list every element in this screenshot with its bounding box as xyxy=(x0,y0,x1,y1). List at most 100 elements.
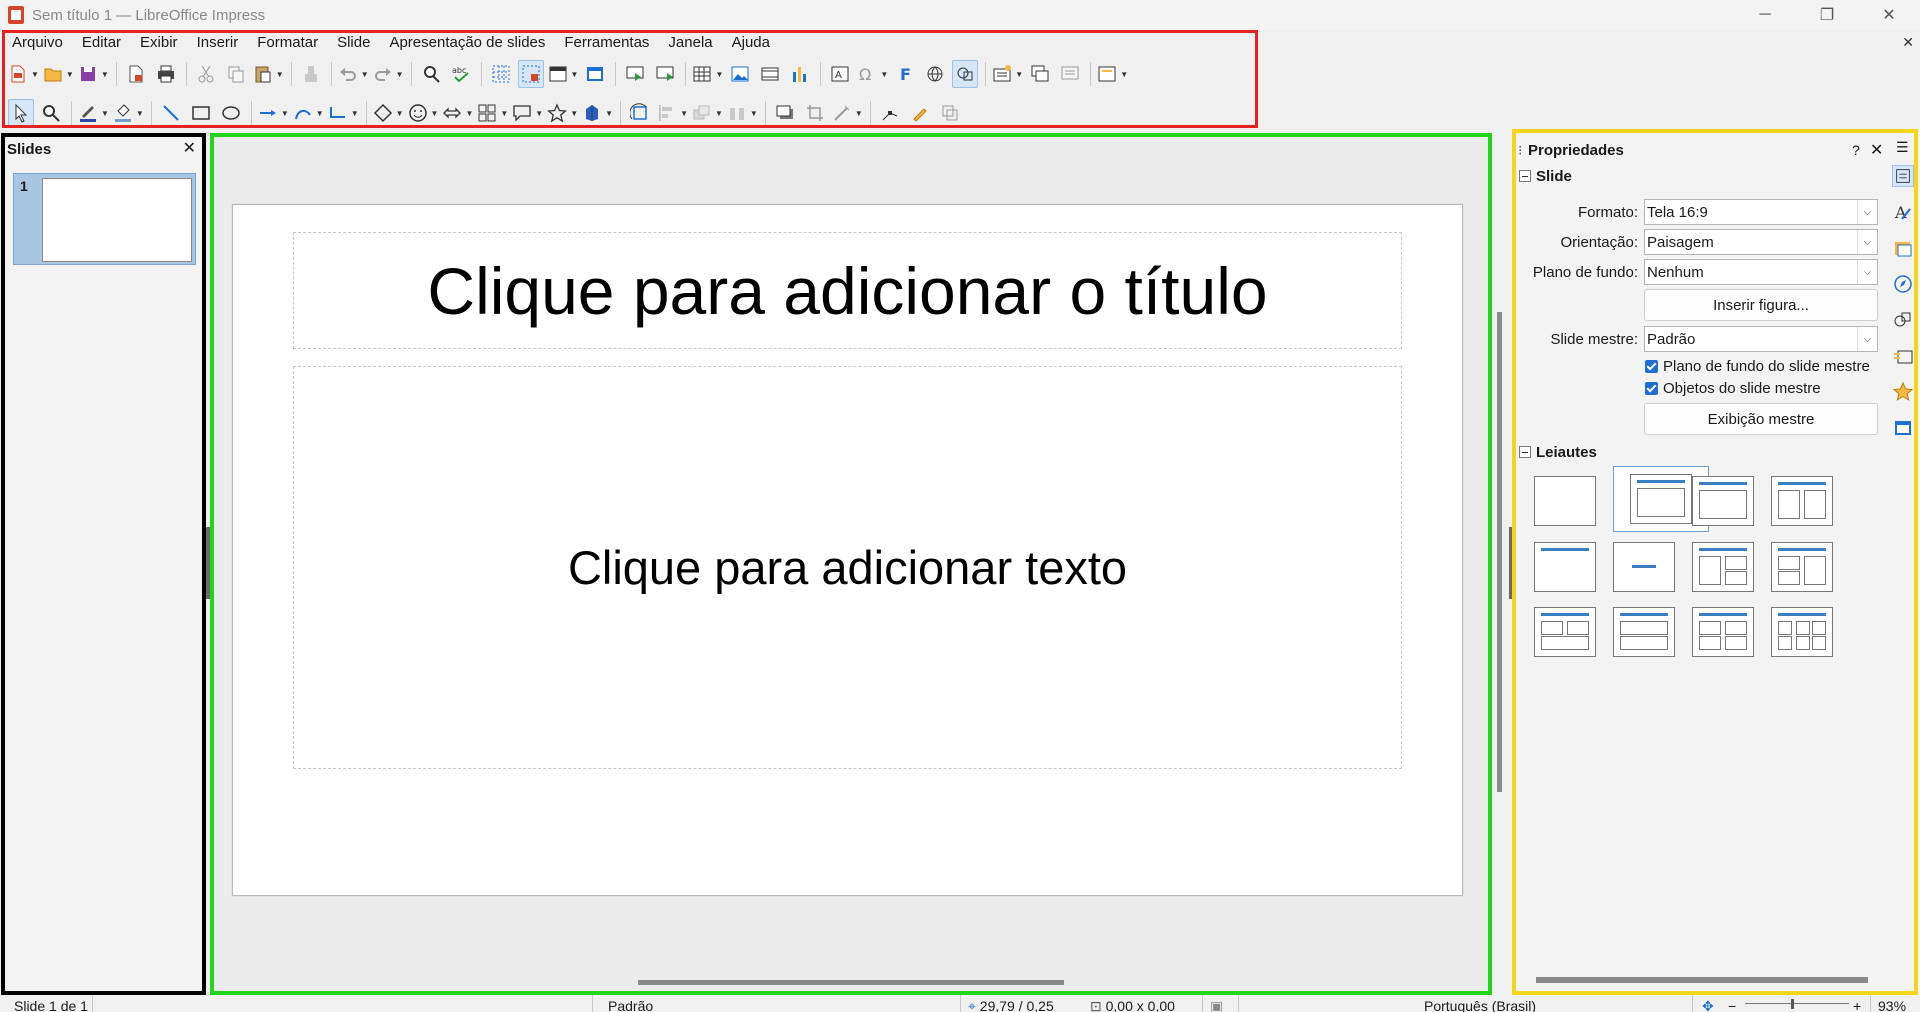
menu-formatar[interactable]: Formatar xyxy=(257,34,318,51)
layout-title-content-2-content[interactable] xyxy=(1771,542,1833,592)
symbol-shapes-button[interactable]: ▼ xyxy=(408,99,438,127)
zoom-in-button[interactable]: + xyxy=(1853,998,1861,1012)
styles-tab-icon[interactable]: A xyxy=(1892,201,1914,223)
callouts-button[interactable]: ▼ xyxy=(512,99,543,127)
layout-title-2-content-over[interactable] xyxy=(1534,607,1596,657)
paste-button[interactable]: ▼ xyxy=(253,60,284,88)
master-view-button[interactable]: Exibição mestre xyxy=(1644,403,1878,435)
insert-textbox-button[interactable]: A xyxy=(827,60,853,88)
zoom-pan-button[interactable] xyxy=(38,99,64,127)
basic-shapes-button[interactable]: ▼ xyxy=(373,99,404,127)
duplicate-slide-button[interactable] xyxy=(1027,60,1053,88)
3d-objects-button[interactable]: ▼ xyxy=(582,99,613,127)
title-placeholder[interactable]: Clique para adicionar o título xyxy=(293,232,1402,349)
menu-janela[interactable]: Janela xyxy=(668,34,712,51)
menu-arquivo[interactable]: Arquivo xyxy=(12,34,63,51)
flowchart-button[interactable]: ▼ xyxy=(477,99,508,127)
arrange-button[interactable]: ▼ xyxy=(692,99,723,127)
master-objects-checkbox[interactable]: Objetos do slide mestre xyxy=(1645,378,1821,398)
filter-button[interactable]: ▼ xyxy=(832,99,863,127)
arrow-line-button[interactable]: ▼ xyxy=(258,99,289,127)
menu-exibir[interactable]: Exibir xyxy=(140,34,178,51)
helplines-button[interactable] xyxy=(517,60,544,88)
sidebar-splitter[interactable] xyxy=(1509,527,1513,599)
content-placeholder[interactable]: Clique para adicionar texto xyxy=(293,366,1402,769)
layout-title-6-content[interactable] xyxy=(1771,607,1833,657)
block-arrows-button[interactable]: ▼ xyxy=(442,99,473,127)
layout-title-content-2[interactable] xyxy=(1692,476,1754,526)
clone-formatting-button[interactable] xyxy=(298,60,324,88)
editor-vertical-scrollbar[interactable] xyxy=(1497,312,1502,792)
layout-title-2-content[interactable] xyxy=(1771,476,1833,526)
menu-editar[interactable]: Editar xyxy=(82,34,121,51)
zoom-level[interactable]: 93% xyxy=(1878,998,1906,1012)
slides-pane-close-icon[interactable]: ✕ xyxy=(183,138,196,158)
slide-section-header[interactable]: Slide xyxy=(1519,166,1572,186)
hyperlink-button[interactable] xyxy=(922,60,948,88)
ellipse-button[interactable] xyxy=(218,99,244,127)
master-background-checkbox[interactable]: Plano de fundo do slide mestre xyxy=(1645,356,1870,376)
master-slide-button[interactable] xyxy=(582,60,608,88)
display-grid-button[interactable] xyxy=(488,60,514,88)
insert-chart-button[interactable] xyxy=(787,60,813,88)
find-replace-button[interactable] xyxy=(418,60,444,88)
help-icon[interactable]: ? xyxy=(1852,142,1860,158)
master-slides-tab-icon[interactable] xyxy=(1892,417,1914,439)
export-pdf-button[interactable] xyxy=(123,60,149,88)
slide-canvas[interactable]: Clique para adicionar o título Clique pa… xyxy=(232,204,1463,896)
new-slide-button[interactable]: ▼ xyxy=(992,60,1023,88)
curve-button[interactable]: ▼ xyxy=(293,99,324,127)
cut-button[interactable] xyxy=(193,60,219,88)
fontwork-button[interactable]: F xyxy=(892,60,918,88)
menu-slide[interactable]: Slide xyxy=(337,34,370,51)
layout-blank[interactable] xyxy=(1534,476,1596,526)
master-slide-select[interactable]: Padrão ⌵ xyxy=(1644,326,1878,352)
close-document-icon[interactable]: ✕ xyxy=(1902,34,1914,51)
insert-media-button[interactable] xyxy=(757,60,783,88)
special-character-button[interactable]: Ω ▼ xyxy=(857,60,888,88)
layout-title-2-content-content[interactable] xyxy=(1692,542,1754,592)
layout-title-4-content[interactable] xyxy=(1692,607,1754,657)
slides-pane-splitter[interactable] xyxy=(205,527,211,599)
layout-title-content-over-content[interactable] xyxy=(1613,607,1675,657)
redo-button[interactable]: ▼ xyxy=(373,60,404,88)
insert-table-button[interactable]: ▼ xyxy=(692,60,723,88)
align-button[interactable]: ▼ xyxy=(657,99,688,127)
sidebar-horizontal-scrollbar[interactable] xyxy=(1536,977,1868,983)
slide-transition-tab-icon[interactable] xyxy=(1892,345,1914,367)
line-button[interactable] xyxy=(158,99,184,127)
menu-ajuda[interactable]: Ajuda xyxy=(732,34,770,51)
menu-inserir[interactable]: Inserir xyxy=(197,34,239,51)
toggle-extrusion-button[interactable] xyxy=(937,99,963,127)
zoom-slider[interactable] xyxy=(1745,1003,1849,1004)
rotate-button[interactable] xyxy=(627,99,653,127)
minimize-button[interactable]: ─ xyxy=(1734,0,1796,30)
close-window-button[interactable]: ✕ xyxy=(1858,0,1920,30)
connector-button[interactable]: ▼ xyxy=(328,99,359,127)
animation-tab-icon[interactable] xyxy=(1892,381,1914,403)
properties-tab-icon[interactable] xyxy=(1892,165,1914,187)
menu-ferramentas[interactable]: Ferramentas xyxy=(564,34,649,51)
properties-close-icon[interactable]: ✕ xyxy=(1870,140,1883,160)
crop-button[interactable] xyxy=(802,99,828,127)
new-document-button[interactable]: ▼ xyxy=(8,60,39,88)
sidebar-menu-icon[interactable]: ☰ xyxy=(1896,139,1909,156)
maximize-button[interactable]: ❐ xyxy=(1796,0,1858,30)
fill-color-button[interactable]: ▼ xyxy=(113,99,144,127)
stars-button[interactable]: ▼ xyxy=(547,99,578,127)
print-button[interactable] xyxy=(153,60,179,88)
background-select[interactable]: Nenhum ⌵ xyxy=(1644,259,1878,285)
menu-apresentacao[interactable]: Apresentação de slides xyxy=(389,34,545,51)
fit-slide-icon[interactable]: ✥ xyxy=(1702,998,1714,1012)
shadow-button[interactable] xyxy=(772,99,798,127)
zoom-slider-handle[interactable] xyxy=(1791,999,1794,1009)
start-first-slide-button[interactable] xyxy=(622,60,648,88)
slide-layout-button[interactable]: ▼ xyxy=(1097,60,1128,88)
gallery-tab-icon[interactable] xyxy=(1892,237,1914,259)
insert-image-button[interactable]: Inserir figura... xyxy=(1644,289,1878,321)
zoom-out-button[interactable]: − xyxy=(1728,998,1736,1012)
display-views-button[interactable]: ▼ xyxy=(548,60,578,88)
save-button[interactable]: ▼ xyxy=(78,60,109,88)
slide-thumbnail-preview[interactable] xyxy=(42,178,192,262)
layouts-section-header[interactable]: Leiautes xyxy=(1519,442,1597,462)
